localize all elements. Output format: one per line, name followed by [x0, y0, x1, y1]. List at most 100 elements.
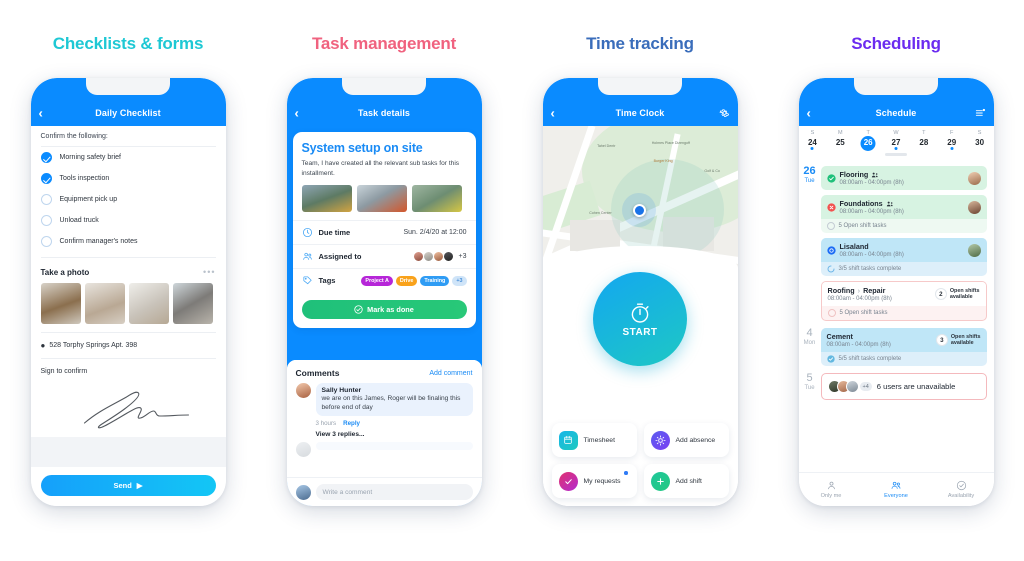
status-bar [542, 78, 738, 100]
checklist-item[interactable]: Equipment pick up [31, 189, 226, 210]
shift-subtask-row[interactable]: 5 Open shift tasks [821, 219, 987, 233]
date-cell[interactable]: 25 [826, 136, 854, 151]
chevron-right-icon: › [857, 286, 861, 295]
users-icon [872, 172, 878, 177]
phone-schedule: ‹ Schedule S M T W T F S 24 25 26 27 28 … [798, 78, 994, 506]
date-cell[interactable]: 27 [882, 136, 910, 151]
checklist-item-label: Unload truck [59, 217, 99, 224]
comment-reply-button[interactable]: Reply [343, 420, 360, 427]
list-badge-icon[interactable] [974, 108, 986, 119]
checklist-item[interactable]: Morning safety brief [31, 147, 226, 168]
person-icon [827, 481, 835, 490]
shift-card-roofing[interactable]: Roofing › Repair 08:00am - 04:00pm (8h) … [820, 281, 987, 321]
shift-card-foundations[interactable]: Foundations 08:00am - 04:00pm (8h) 5 Ope… [820, 195, 987, 233]
shift-card-flooring[interactable]: Flooring 08:00am - 04:00pm (8h) [820, 166, 987, 190]
tile-timesheet[interactable]: Timesheet [551, 423, 637, 457]
photo-thumbnail[interactable] [40, 283, 81, 324]
tile-my-requests[interactable]: My requests [551, 464, 637, 498]
tag-chip[interactable]: Drive [395, 275, 418, 286]
avatar [295, 383, 311, 398]
week-dates: 24 25 26 27 28 29 30 [799, 136, 994, 151]
more-horizontal-icon[interactable]: ••• [203, 267, 215, 277]
shift-name: Foundations [839, 199, 883, 208]
tab-everyone[interactable]: Everyone [864, 473, 929, 506]
checkbox-icon[interactable] [40, 194, 52, 205]
start-button[interactable]: START [593, 272, 687, 366]
view-replies-link[interactable]: View 3 replies... [286, 429, 482, 443]
task-photo[interactable] [356, 185, 407, 213]
date-cell-selected[interactable]: 26 [854, 136, 882, 151]
tag-overflow-chip[interactable]: +3 [452, 275, 467, 286]
checkbox-checked-icon[interactable] [40, 173, 52, 184]
chevron-left-icon[interactable]: ‹ [39, 107, 43, 120]
photo-thumbnail[interactable] [84, 283, 125, 324]
task-row-label: Tags [318, 276, 336, 286]
shift-subtask-row[interactable]: 5/5 shift tasks complete [821, 352, 987, 366]
shift-card-cement[interactable]: Cement 08:00am - 04:00pm (8h) 3 Open shi… [820, 328, 987, 366]
shift-subtask-row[interactable]: 5 Open shift tasks [822, 306, 986, 320]
checkbox-checked-icon[interactable] [40, 152, 52, 163]
shift-subtask-row[interactable]: 3/5 shift tasks complete [821, 262, 987, 276]
checklist-item[interactable]: Tools inspection [31, 168, 226, 189]
add-comment-button[interactable]: Add comment [429, 370, 472, 377]
mark-as-done-button[interactable]: Mark as done [301, 300, 467, 320]
avatar [967, 200, 981, 214]
chevron-left-icon[interactable]: ‹ [551, 107, 555, 120]
shift-time: 08:00am - 04:00pm (8h) [839, 252, 904, 258]
column-time-tracking: Time tracking ‹ Time Clock Holmes Place … [512, 0, 768, 561]
date-cell[interactable]: 29 [938, 136, 966, 151]
photo-thumbnail[interactable] [128, 283, 169, 324]
comment-input[interactable]: Write a comment [315, 484, 473, 500]
unavailable-users-card[interactable]: +4 6 users are unavailable [820, 373, 987, 400]
sun-icon [650, 430, 670, 450]
comment-time: 3 hours [315, 420, 337, 428]
scroll-fade [798, 456, 994, 472]
task-row-value: +3 [412, 251, 467, 263]
date-cell[interactable]: 28 [910, 136, 938, 151]
task-description: Team, I have created all the relevant su… [301, 160, 460, 177]
checkbox-icon[interactable] [40, 236, 52, 247]
day-weekday: Tue [804, 178, 815, 184]
chevron-left-icon[interactable]: ‹ [295, 107, 299, 120]
checklist-item[interactable]: Unload truck [31, 210, 226, 231]
shift-subtask-text: 5 Open shift tasks [839, 310, 888, 316]
task-row-tags[interactable]: Tags Project A Drive Training +3 [292, 268, 476, 292]
task-row-assigned[interactable]: Assigned to +3 [292, 244, 476, 268]
task-photo[interactable] [411, 185, 462, 213]
chevron-left-icon[interactable]: ‹ [807, 107, 811, 120]
comment-bubble: Sally Hunter we are on this James, Roger… [315, 383, 473, 417]
task-photo[interactable] [301, 185, 352, 213]
send-arrow-icon: ▶ [136, 481, 143, 490]
tag-chip[interactable]: Training [420, 275, 450, 286]
tile-add-shift[interactable]: Add shift [643, 464, 729, 498]
date-cell[interactable]: 24 [799, 136, 827, 151]
checkbox-icon[interactable] [40, 215, 52, 226]
take-photo-label: Take a photo [40, 267, 90, 277]
avatar [295, 442, 311, 458]
signature-pad[interactable] [31, 379, 226, 437]
day-label: 4 Mon [799, 328, 821, 371]
task-photos [293, 185, 476, 220]
task-row-due-time[interactable]: Due time Sun. 2/4/20 at 12:00 [292, 220, 476, 244]
avatar [295, 484, 311, 500]
check-circle-icon [826, 355, 835, 363]
unavailable-users-text: 6 users are unavailable [876, 382, 956, 391]
date-cell[interactable]: 30 [966, 136, 994, 151]
shift-card-lisaland[interactable]: Lisaland 08:00am - 04:00pm (8h) 3/5 shif… [820, 238, 987, 276]
drag-handle[interactable] [885, 153, 907, 156]
tile-add-absence[interactable]: Add absence [643, 423, 729, 457]
send-button[interactable]: Send ▶ [40, 475, 216, 496]
tab-only-me[interactable]: Only me [799, 473, 864, 506]
gear-icon[interactable] [718, 108, 730, 119]
tag-chip[interactable]: Project A [361, 275, 393, 286]
open-shifts-label: Open shifts available [949, 287, 980, 300]
checklist-item-label: Tools inspection [59, 175, 110, 182]
avatar [967, 243, 981, 257]
tag-icon [302, 276, 312, 285]
schedule-body: S M T W T F S 24 25 26 27 28 29 30 26 Tu… [798, 126, 994, 506]
tab-availability[interactable]: Availability [929, 473, 994, 506]
photo-thumbnail[interactable] [172, 283, 213, 324]
checklist-item[interactable]: Confirm manager's notes [31, 231, 226, 252]
circle-icon [826, 222, 835, 230]
phone-notch [342, 78, 426, 95]
